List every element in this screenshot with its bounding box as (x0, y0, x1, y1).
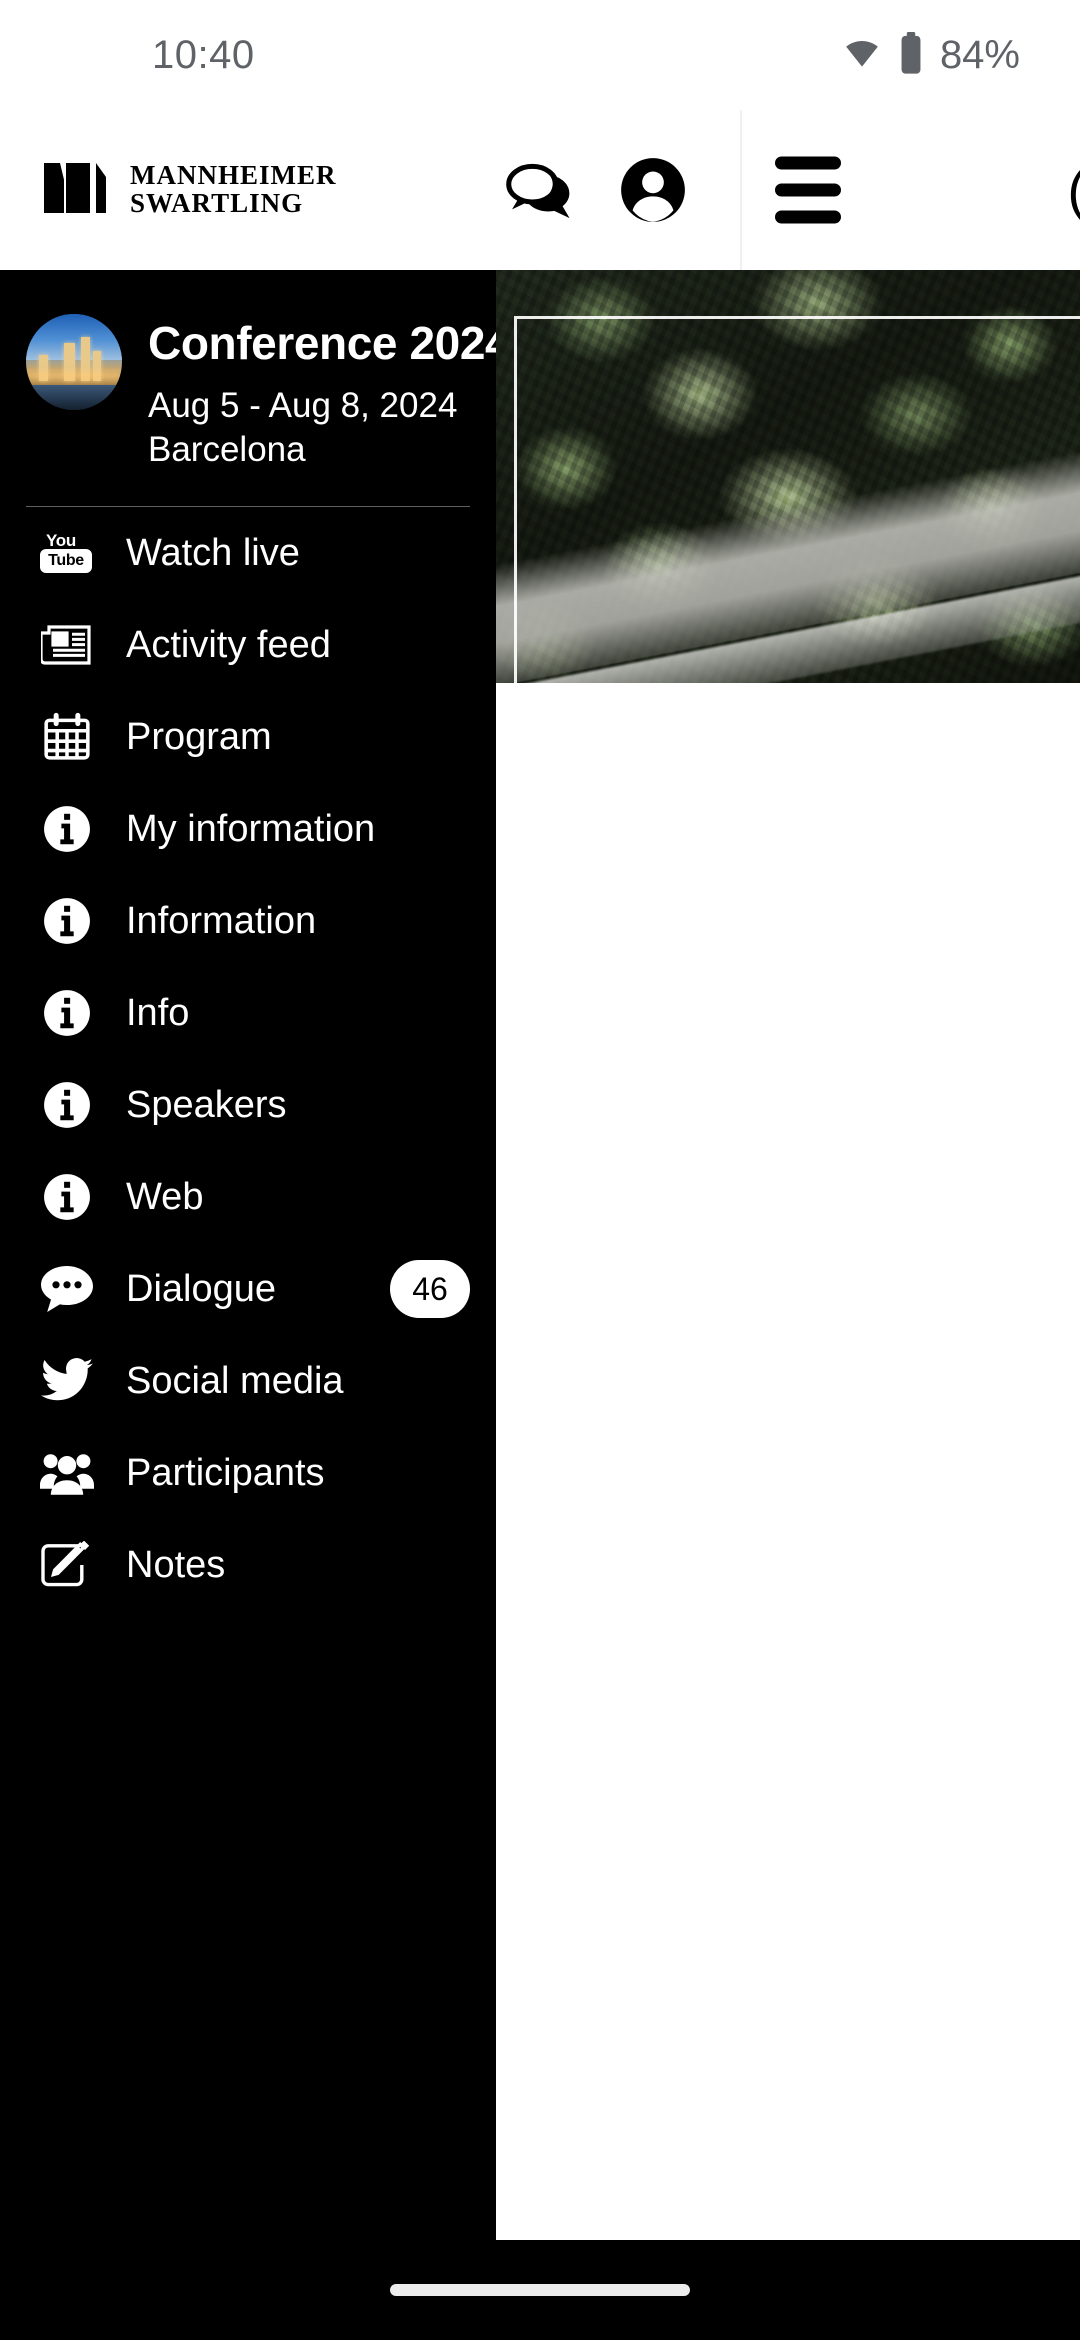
speech-bubble-dots-icon (40, 1262, 94, 1316)
drawer-menu-item-program[interactable]: Program (0, 691, 496, 783)
drawer-menu-item-label: Notes (126, 1543, 226, 1586)
hamburger-bar-2 (775, 183, 841, 197)
home-gesture-pill[interactable] (390, 2284, 690, 2296)
drawer-menu-item-web[interactable]: Web (0, 1151, 496, 1243)
info-circle-icon (40, 894, 94, 948)
youtube-icon: You Tube (40, 526, 94, 580)
mannheimer-swartling-logo (44, 162, 112, 218)
battery-percentage: 84% (939, 32, 1020, 77)
navigation-drawer: Conference 2024 Aug 5 - Aug 8, 2024 Barc… (0, 270, 496, 2340)
drawer-menu-item-activity-feed[interactable]: Activity feed (0, 599, 496, 691)
drawer-menu-item-label: Web (126, 1175, 204, 1218)
conference-city: Barcelona (148, 430, 306, 470)
brand-line-1: MANNHEIMER (130, 160, 337, 191)
status-bar-clock: 10:40 (152, 32, 255, 77)
drawer-menu-item-label: My information (126, 807, 376, 850)
status-bar: 10:40 84% (0, 0, 1080, 110)
drawer-header: Conference 2024 Aug 5 - Aug 8, 2024 Barc… (0, 270, 496, 508)
hero-frame-border (514, 316, 1080, 683)
app-bar-edge-glyph: ( (1067, 158, 1080, 223)
avatar-water (26, 385, 122, 410)
user-avatar-icon[interactable] (619, 156, 687, 224)
app-bar-divider (740, 110, 742, 270)
battery-icon (898, 31, 924, 79)
drawer-menu-item-information[interactable]: Information (0, 875, 496, 967)
drawer-menu-item-speakers[interactable]: Speakers (0, 1059, 496, 1151)
info-circle-icon (40, 1078, 94, 1132)
people-group-icon (40, 1446, 94, 1500)
drawer-menu-item-notes[interactable]: Notes (0, 1519, 496, 1611)
note-edit-icon (40, 1538, 94, 1592)
drawer-menu-item-label: Dialogue (126, 1267, 276, 1310)
drawer-menu-item-label: Social media (126, 1359, 344, 1402)
hamburger-bar-1 (775, 156, 841, 170)
newspaper-icon (40, 618, 94, 672)
status-bar-indicators: 84% (842, 31, 1020, 79)
drawer-menu-item-dialogue[interactable]: Dialogue 46 (0, 1243, 496, 1335)
twitter-bird-icon (40, 1354, 94, 1408)
conference-dates: Aug 5 - Aug 8, 2024 (148, 386, 458, 425)
drawer-menu-item-my-information[interactable]: My information (0, 783, 496, 875)
conference-details: Conference 2024 Aug 5 - Aug 8, 2024 Barc… (148, 314, 496, 472)
drawer-menu-item-label: Speakers (126, 1083, 287, 1126)
chat-bubbles-icon[interactable] (505, 159, 583, 221)
drawer-menu-item-info[interactable]: Info (0, 967, 496, 1059)
phone-screen: 10:40 84% MANNHEIMER SWARTLING Conferenc… (0, 0, 1080, 2340)
brand-logo[interactable]: MANNHEIMER SWARTLING (44, 162, 337, 217)
drawer-menu-item-badge: 46 (390, 1260, 470, 1319)
system-navigation-bar (0, 2240, 1080, 2340)
wifi-icon (842, 33, 882, 78)
info-circle-icon (40, 802, 94, 856)
app-bar-actions (505, 156, 687, 224)
drawer-menu-item-participants[interactable]: Participants (0, 1427, 496, 1519)
drawer-menu-item-watch-live[interactable]: You Tube Watch live (0, 507, 496, 599)
hamburger-bar-3 (775, 210, 841, 224)
brand-wordmark: MANNHEIMER SWARTLING (130, 162, 337, 217)
drawer-menu-item-label: Info (126, 991, 190, 1034)
drawer-menu-item-label: Watch live (126, 531, 300, 574)
drawer-menu-item-label: Information (126, 899, 317, 942)
drawer-menu-item-social-media[interactable]: Social media (0, 1335, 496, 1427)
conference-avatar-image (26, 314, 122, 410)
info-circle-icon (40, 986, 94, 1040)
app-bar: MANNHEIMER SWARTLING (0, 110, 1080, 270)
conference-title: Conference 2024 (148, 317, 496, 369)
info-circle-icon (40, 1170, 94, 1224)
calendar-icon (40, 710, 94, 764)
brand-line-2: SWARTLING (130, 188, 304, 218)
drawer-menu-list: You Tube Watch live Activity feed Program My … (0, 507, 496, 1651)
drawer-menu-item-label: Program (126, 715, 272, 758)
hero-forest-image (496, 270, 1080, 683)
hamburger-menu-icon[interactable] (775, 156, 841, 224)
drawer-menu-item-label: Activity feed (126, 623, 331, 666)
drawer-menu-item-label: Participants (126, 1451, 325, 1494)
youtube-icon: You Tube (40, 531, 94, 574)
